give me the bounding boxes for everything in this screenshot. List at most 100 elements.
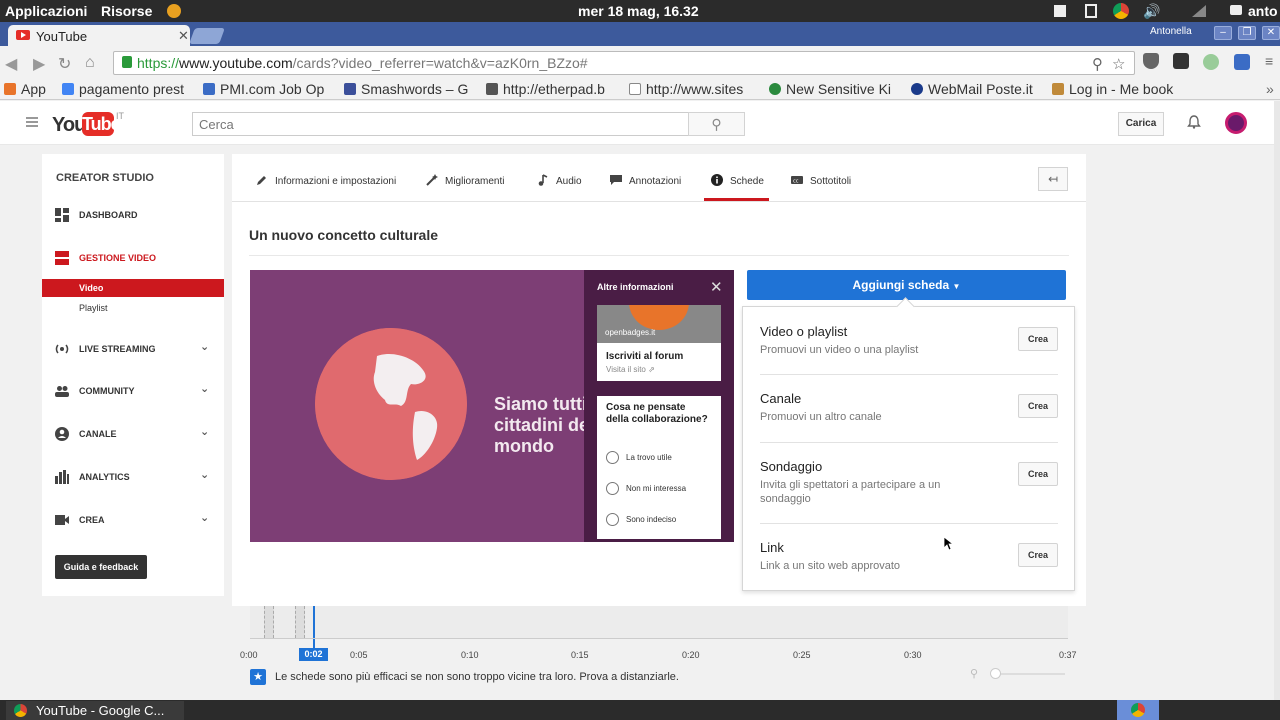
bookmark-item[interactable]: http://etherpad.b (486, 81, 616, 97)
tab-audio[interactable]: Audio (537, 174, 582, 187)
creator-studio-title[interactable]: CREATOR STUDIO (56, 172, 154, 184)
search-input[interactable]: Cerca (192, 112, 689, 136)
create-button[interactable]: Crea (1018, 394, 1058, 418)
video-preview[interactable]: Siamo tutti cittadini de mondo Altre inf… (250, 270, 734, 542)
sidebar-item-dashboard[interactable]: DASHBOARD (42, 205, 224, 225)
back-icon[interactable]: ◀ (5, 54, 17, 74)
help-feedback-button[interactable]: Guida e feedback (55, 555, 147, 579)
poll-option[interactable]: Non mi interessa (606, 482, 686, 495)
resources-menu[interactable]: Risorse (101, 3, 152, 19)
card-type-title: Sondaggio (760, 459, 823, 474)
upload-button[interactable]: Carica (1118, 112, 1164, 136)
sidebar-item-create[interactable]: CREA ⌄ (42, 510, 224, 530)
applications-menu[interactable]: Applicazioni (5, 3, 87, 19)
bookmark-item[interactable]: pagamento prest (62, 81, 190, 97)
bookmark-item[interactable]: http://www.sites (629, 81, 757, 97)
bookmark-star-icon[interactable]: ☆ (1112, 55, 1125, 73)
minimize-button[interactable]: – (1214, 26, 1232, 40)
sidebar-subitem-playlist[interactable]: Playlist (42, 299, 224, 317)
link-card-preview[interactable]: openbadges.it Iscriviti al forum Visita … (597, 305, 721, 381)
timeline-tick: 0:20 (682, 650, 700, 660)
logo-you-text: You (52, 114, 86, 136)
notifications-bell-icon[interactable] (1187, 115, 1201, 129)
tab-info-settings[interactable]: Informazioni e impostazioni (256, 174, 396, 187)
card-marker[interactable] (264, 606, 274, 638)
smashwords-icon (344, 83, 356, 95)
page-scrollbar[interactable] (1274, 101, 1280, 700)
sidebar-item-community[interactable]: COMMUNITY ⌄ (42, 381, 224, 401)
card-timeline[interactable] (250, 606, 1068, 638)
close-window-button[interactable]: ✕ (1262, 26, 1280, 40)
create-button[interactable]: Crea (1018, 327, 1058, 351)
card-type-desc: Link a un sito web approvato (760, 560, 901, 572)
reload-icon[interactable]: ↻ (58, 54, 71, 74)
card-marker[interactable] (295, 606, 305, 638)
hamburger-menu-icon[interactable] (26, 117, 38, 127)
extension-circle-icon[interactable] (1203, 54, 1219, 70)
clock[interactable]: mer 18 mag, 16.32 (578, 3, 699, 19)
zoom-slider[interactable] (995, 673, 1065, 675)
page-icon (629, 83, 641, 95)
browser-tab-strip: YouTube ✕ Antonella – ❐ ✕ (0, 22, 1280, 47)
chat-icon[interactable] (1230, 5, 1242, 15)
globe-image (315, 328, 467, 480)
bookmark-item[interactable]: New Sensitive Ki (769, 81, 899, 97)
tab-enhancements[interactable]: Miglioramenti (426, 174, 504, 187)
divider (760, 442, 1058, 443)
card-title: Iscriviti al forum (606, 351, 684, 362)
chrome-icon (1131, 703, 1145, 717)
poll-option[interactable]: Sono indeciso (606, 513, 676, 526)
video-manager-icon (55, 251, 69, 265)
browser-menu-icon[interactable]: ≡ (1265, 53, 1273, 69)
maximize-button[interactable]: ❐ (1238, 26, 1256, 40)
search-button[interactable]: ⚲ (688, 112, 745, 136)
network-icon[interactable] (1192, 5, 1206, 17)
address-bar[interactable]: https://www.youtube.com/cards?video_refe… (113, 51, 1135, 75)
search-icon[interactable]: ⚲ (1092, 55, 1103, 73)
os-user[interactable]: anto (1248, 3, 1278, 19)
taskbar-window-button[interactable]: YouTube - Google C... (6, 701, 184, 720)
bookmark-item[interactable]: Log in - Me book (1052, 81, 1182, 97)
launcher-icon[interactable] (167, 4, 181, 18)
home-icon[interactable]: ⌂ (85, 54, 95, 72)
sidebar-item-channel[interactable]: CANALE ⌄ (42, 424, 224, 444)
shield-extension-icon[interactable] (1143, 53, 1159, 69)
caret-down-icon: ▼ (952, 282, 961, 291)
add-card-button[interactable]: Aggiungi scheda ▼ (747, 270, 1066, 300)
bookmarks-overflow-icon[interactable]: » (1266, 81, 1274, 97)
sidebar-item-live-streaming[interactable]: LIVE STREAMING ⌄ (42, 339, 224, 359)
tab-annotations[interactable]: Annotazioni (610, 174, 681, 187)
close-tab-icon[interactable]: ✕ (178, 28, 189, 44)
bookmark-item[interactable]: App (4, 81, 54, 97)
poll-option[interactable]: La trovo utile (606, 451, 672, 464)
forward-icon[interactable]: ▶ (33, 54, 45, 74)
os-top-bar: Applicazioni Risorse mer 18 mag, 16.32 🔊… (0, 0, 1280, 22)
bookmark-item[interactable]: PMI.com Job Op (203, 81, 333, 97)
camera-icon (55, 515, 69, 525)
taskbar-chrome-launcher[interactable] (1117, 700, 1159, 720)
tab-subtitles[interactable]: cc Sottotitoli (791, 174, 851, 187)
browser-tab[interactable]: YouTube ✕ (8, 25, 190, 47)
close-icon[interactable]: ✕ (710, 278, 723, 296)
sidebar-item-analytics[interactable]: ANALYTICS ⌄ (42, 467, 224, 487)
extension-icon[interactable] (1173, 53, 1189, 69)
extension-blue-icon[interactable] (1234, 54, 1250, 70)
sidebar-subitem-video[interactable]: Video (42, 279, 224, 297)
sidebar-item-video-manager[interactable]: GESTIONE VIDEO (42, 248, 224, 268)
bookmark-item[interactable]: WebMail Poste.it (911, 81, 1043, 97)
volume-icon[interactable]: 🔊 (1143, 3, 1160, 20)
poste-icon (911, 83, 923, 95)
tray-chrome-icon[interactable] (1113, 3, 1129, 19)
tray-window-icon[interactable] (1054, 5, 1066, 17)
bookmark-item[interactable]: Smashwords – G (344, 81, 472, 97)
playhead[interactable] (313, 606, 315, 648)
new-tab-button[interactable] (189, 28, 225, 44)
create-button[interactable]: Crea (1018, 462, 1058, 486)
tray-battery-icon[interactable] (1085, 4, 1097, 18)
chevron-down-icon: ⌄ (200, 469, 210, 481)
back-arrow-button[interactable]: ↤ (1038, 167, 1068, 191)
tab-cards[interactable]: Schede (711, 174, 764, 187)
avatar[interactable] (1225, 112, 1247, 134)
zoom-slider-handle[interactable] (990, 668, 1001, 679)
create-button[interactable]: Crea (1018, 543, 1058, 567)
